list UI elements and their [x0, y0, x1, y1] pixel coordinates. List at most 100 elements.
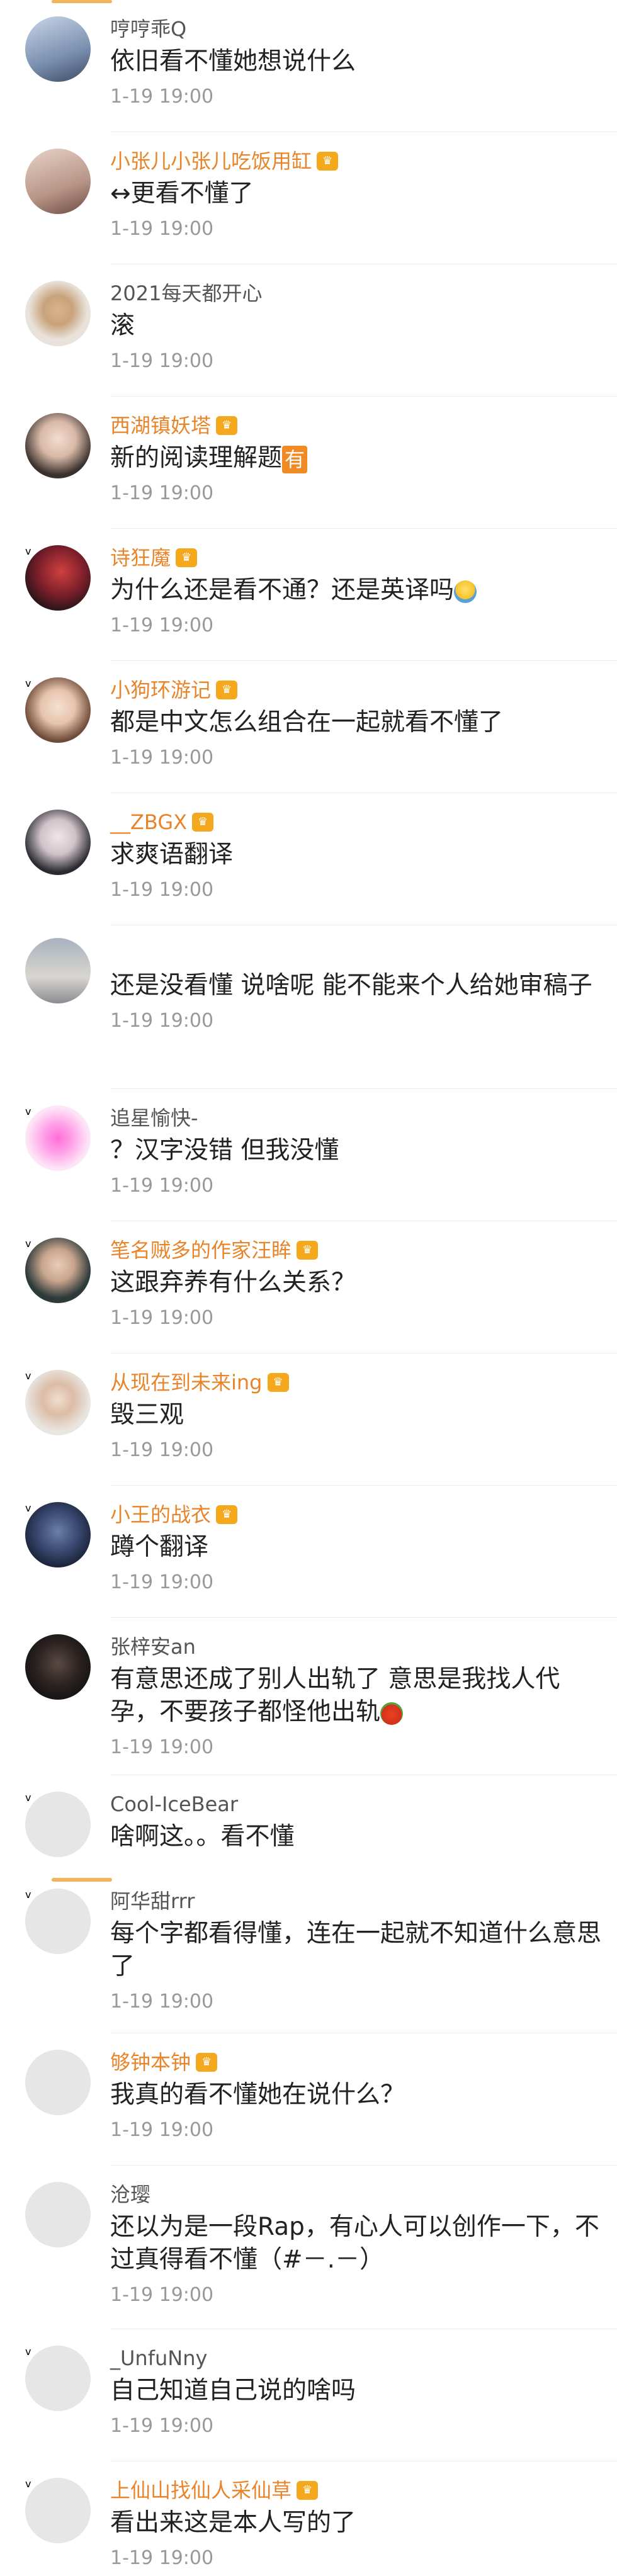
comment-text: 我真的看不懂她在说什么？ [110, 2081, 405, 2109]
avatar[interactable] [25, 545, 91, 611]
comment-item: v 阿华甜rrr 每个字都看得懂，连在一起就不知道什么意思了 1-19 19:0… [0, 1882, 617, 2033]
vip-crown-icon: ♛ [216, 1505, 238, 1524]
verified-badge-icon: v [25, 1502, 31, 1514]
vip-crown-icon: ♛ [216, 681, 238, 699]
username[interactable]: 小狗环游记 [110, 677, 211, 703]
comment-time: 1-19 19:00 [110, 350, 214, 372]
comment-text: ↔更看不懂了 [110, 179, 254, 208]
avatar[interactable] [25, 281, 91, 346]
avatar[interactable] [25, 2478, 91, 2543]
comment-text: 看出来这是本人写的了 [110, 2509, 356, 2537]
comment-time: 1-19 19:00 [110, 2284, 214, 2306]
mid-accent-bar [52, 1878, 112, 1882]
comment-text: 蹲个翻译 [110, 1533, 209, 1561]
cry-laugh-emoji-icon [454, 580, 477, 603]
username[interactable]: 西湖镇妖塔 [110, 413, 211, 438]
vip-crown-icon: ♛ [196, 2053, 218, 2072]
comment-item: 小张儿小张儿吃饭用缸 ♛ ↔更看不懂了 1-19 19:00 [0, 132, 617, 264]
comment-time: 1-19 19:00 [110, 614, 214, 636]
comment-item: 张梓安an 有意思还成了别人出轨了 意思是我找人代孕，不要孩子都怪他出轨 1-1… [0, 1618, 617, 1775]
comment-item: v 上仙山找仙人采仙草 ♛ 看出来这是本人写的了 1-19 19:00 [0, 2461, 617, 2576]
comment-item: 够钟本钟 ♛ 我真的看不懂她在说什么？ 1-19 19:00 [0, 2033, 617, 2166]
comment-item: v 诗狂魔 ♛ 为什么还是看不通？还是英译吗 1-19 19:00 [0, 529, 617, 661]
comment-text: 有意思还成了别人出轨了 意思是我找人代孕，不要孩子都怪他出轨 [110, 1665, 560, 1726]
verified-badge-icon: v [25, 1105, 31, 1117]
username[interactable]: 上仙山找仙人采仙草 [110, 2478, 292, 2503]
verified-badge-icon: v [25, 2478, 31, 2490]
comment-time: 1-19 19:00 [110, 1571, 214, 1593]
username[interactable]: 从现在到未来ing [110, 1370, 263, 1395]
verified-badge-icon: v [25, 1370, 31, 1382]
comment-text: 为什么还是看不通？还是英译吗 [110, 576, 455, 604]
comment-item: v 追星愉快- ？汉字没错 但我没懂 1-19 19:00 [0, 1089, 617, 1221]
username[interactable]: 追星愉快- [110, 1105, 604, 1131]
comment-item: 沧璎 还以为是一段Rap，有心人可以创作一下，不过真得看不懂（#－.－） 1-1… [0, 2166, 617, 2329]
angry-emoji-icon [380, 1702, 404, 1725]
comment-time: 1-19 19:00 [110, 1991, 214, 2013]
comment-item: v 小王的战衣 ♛ 蹲个翻译 1-19 19:00 [0, 1486, 617, 1618]
username[interactable]: __ZBGX [110, 810, 187, 835]
comment-text: ？汉字没错 但我没懂 [110, 1136, 339, 1165]
username[interactable]: 够钟本钟 [110, 2050, 191, 2075]
username[interactable]: Cool-IceBear [110, 1792, 604, 1817]
verified-badge-icon: v [25, 1238, 31, 1250]
comment-time: 1-19 19:00 [110, 218, 214, 240]
avatar[interactable] [25, 1238, 91, 1303]
verified-badge-icon: v [25, 1889, 31, 1901]
comment-time: 1-19 19:00 [110, 1175, 214, 1197]
comment-item: v Cool-IceBear 啥啊这。。看不懂 [0, 1775, 617, 1882]
username[interactable]: 哼哼乖Q [110, 16, 604, 42]
username[interactable]: 沧璎 [110, 2182, 604, 2207]
vip-crown-icon: ♛ [267, 1373, 289, 1392]
comment-time: 1-19 19:00 [110, 482, 214, 504]
vip-crown-icon: ♛ [297, 2481, 319, 2500]
avatar[interactable] [25, 810, 91, 875]
comment-item: 哼哼乖Q 依旧看不懂她想说什么 1-19 19:00 [0, 0, 617, 132]
username[interactable]: 诗狂魔 [110, 545, 171, 570]
avatar[interactable] [25, 2050, 91, 2115]
comment-text: 求爽语翻译 [110, 840, 234, 869]
comment-text: 自己知道自己说的啥吗 [110, 2376, 356, 2405]
vip-crown-icon: ♛ [192, 813, 214, 832]
comment-time: 1-19 19:00 [110, 1439, 214, 1461]
avatar[interactable] [25, 1502, 91, 1568]
username[interactable]: _UnfuNny [110, 2346, 604, 2371]
comment-time: 1-19 19:00 [110, 2119, 214, 2141]
username[interactable]: 阿华甜rrr [110, 1889, 604, 1914]
avatar[interactable] [25, 413, 91, 478]
comment-time: 1-19 19:00 [110, 86, 214, 108]
verified-badge-icon: v [25, 677, 31, 689]
avatar[interactable] [25, 2182, 91, 2247]
verified-badge-icon: v [25, 2346, 31, 2358]
comment-item: 2021每天都开心 滚 1-19 19:00 [0, 264, 617, 397]
comment-text: 啥啊这。。看不懂 [110, 1822, 295, 1851]
username[interactable]: 小王的战衣 [110, 1502, 211, 1527]
username[interactable]: 2021每天都开心 [110, 281, 604, 306]
comment-item: v 小狗环游记 ♛ 都是中文怎么组合在一起就看不懂了 1-19 19:00 [0, 661, 617, 793]
username[interactable]: 张梓安an [110, 1634, 604, 1659]
avatar[interactable] [25, 677, 91, 743]
vip-crown-icon: ♛ [317, 152, 339, 171]
comment-text: 还是没看懂 说啥呢 能不能来个人给她审稿子 [110, 971, 592, 1000]
avatar[interactable] [25, 1634, 91, 1700]
avatar[interactable] [25, 16, 91, 82]
comment-time: 1-19 19:00 [110, 1010, 214, 1032]
avatar[interactable] [25, 938, 91, 1003]
comment-text: 这跟弃养有什么关系？ [110, 1268, 356, 1297]
avatar[interactable] [25, 1792, 91, 1857]
avatar[interactable] [25, 1105, 91, 1171]
comment-item: 还是没看懂 说啥呢 能不能来个人给她审稿子 1-19 19:00 [0, 925, 617, 1089]
avatar[interactable] [25, 1370, 91, 1435]
avatar[interactable] [25, 2346, 91, 2411]
comment-text: 依旧看不懂她想说什么 [110, 47, 356, 76]
avatar[interactable] [25, 1889, 91, 1954]
username[interactable]: 笔名贼多的作家汪眸 [110, 1238, 292, 1263]
avatar[interactable] [25, 149, 91, 214]
verified-badge-icon: v [25, 1792, 31, 1804]
comment-time: 1-19 19:00 [110, 2547, 214, 2569]
vip-crown-icon: ♛ [297, 1241, 319, 1260]
comment-item: __ZBGX ♛ 求爽语翻译 1-19 19:00 [0, 793, 617, 925]
comment-text: 都是中文怎么组合在一起就看不懂了 [110, 708, 504, 737]
username[interactable]: 小张儿小张儿吃饭用缸 [110, 149, 312, 174]
you-tag-icon: 有 [282, 445, 308, 473]
